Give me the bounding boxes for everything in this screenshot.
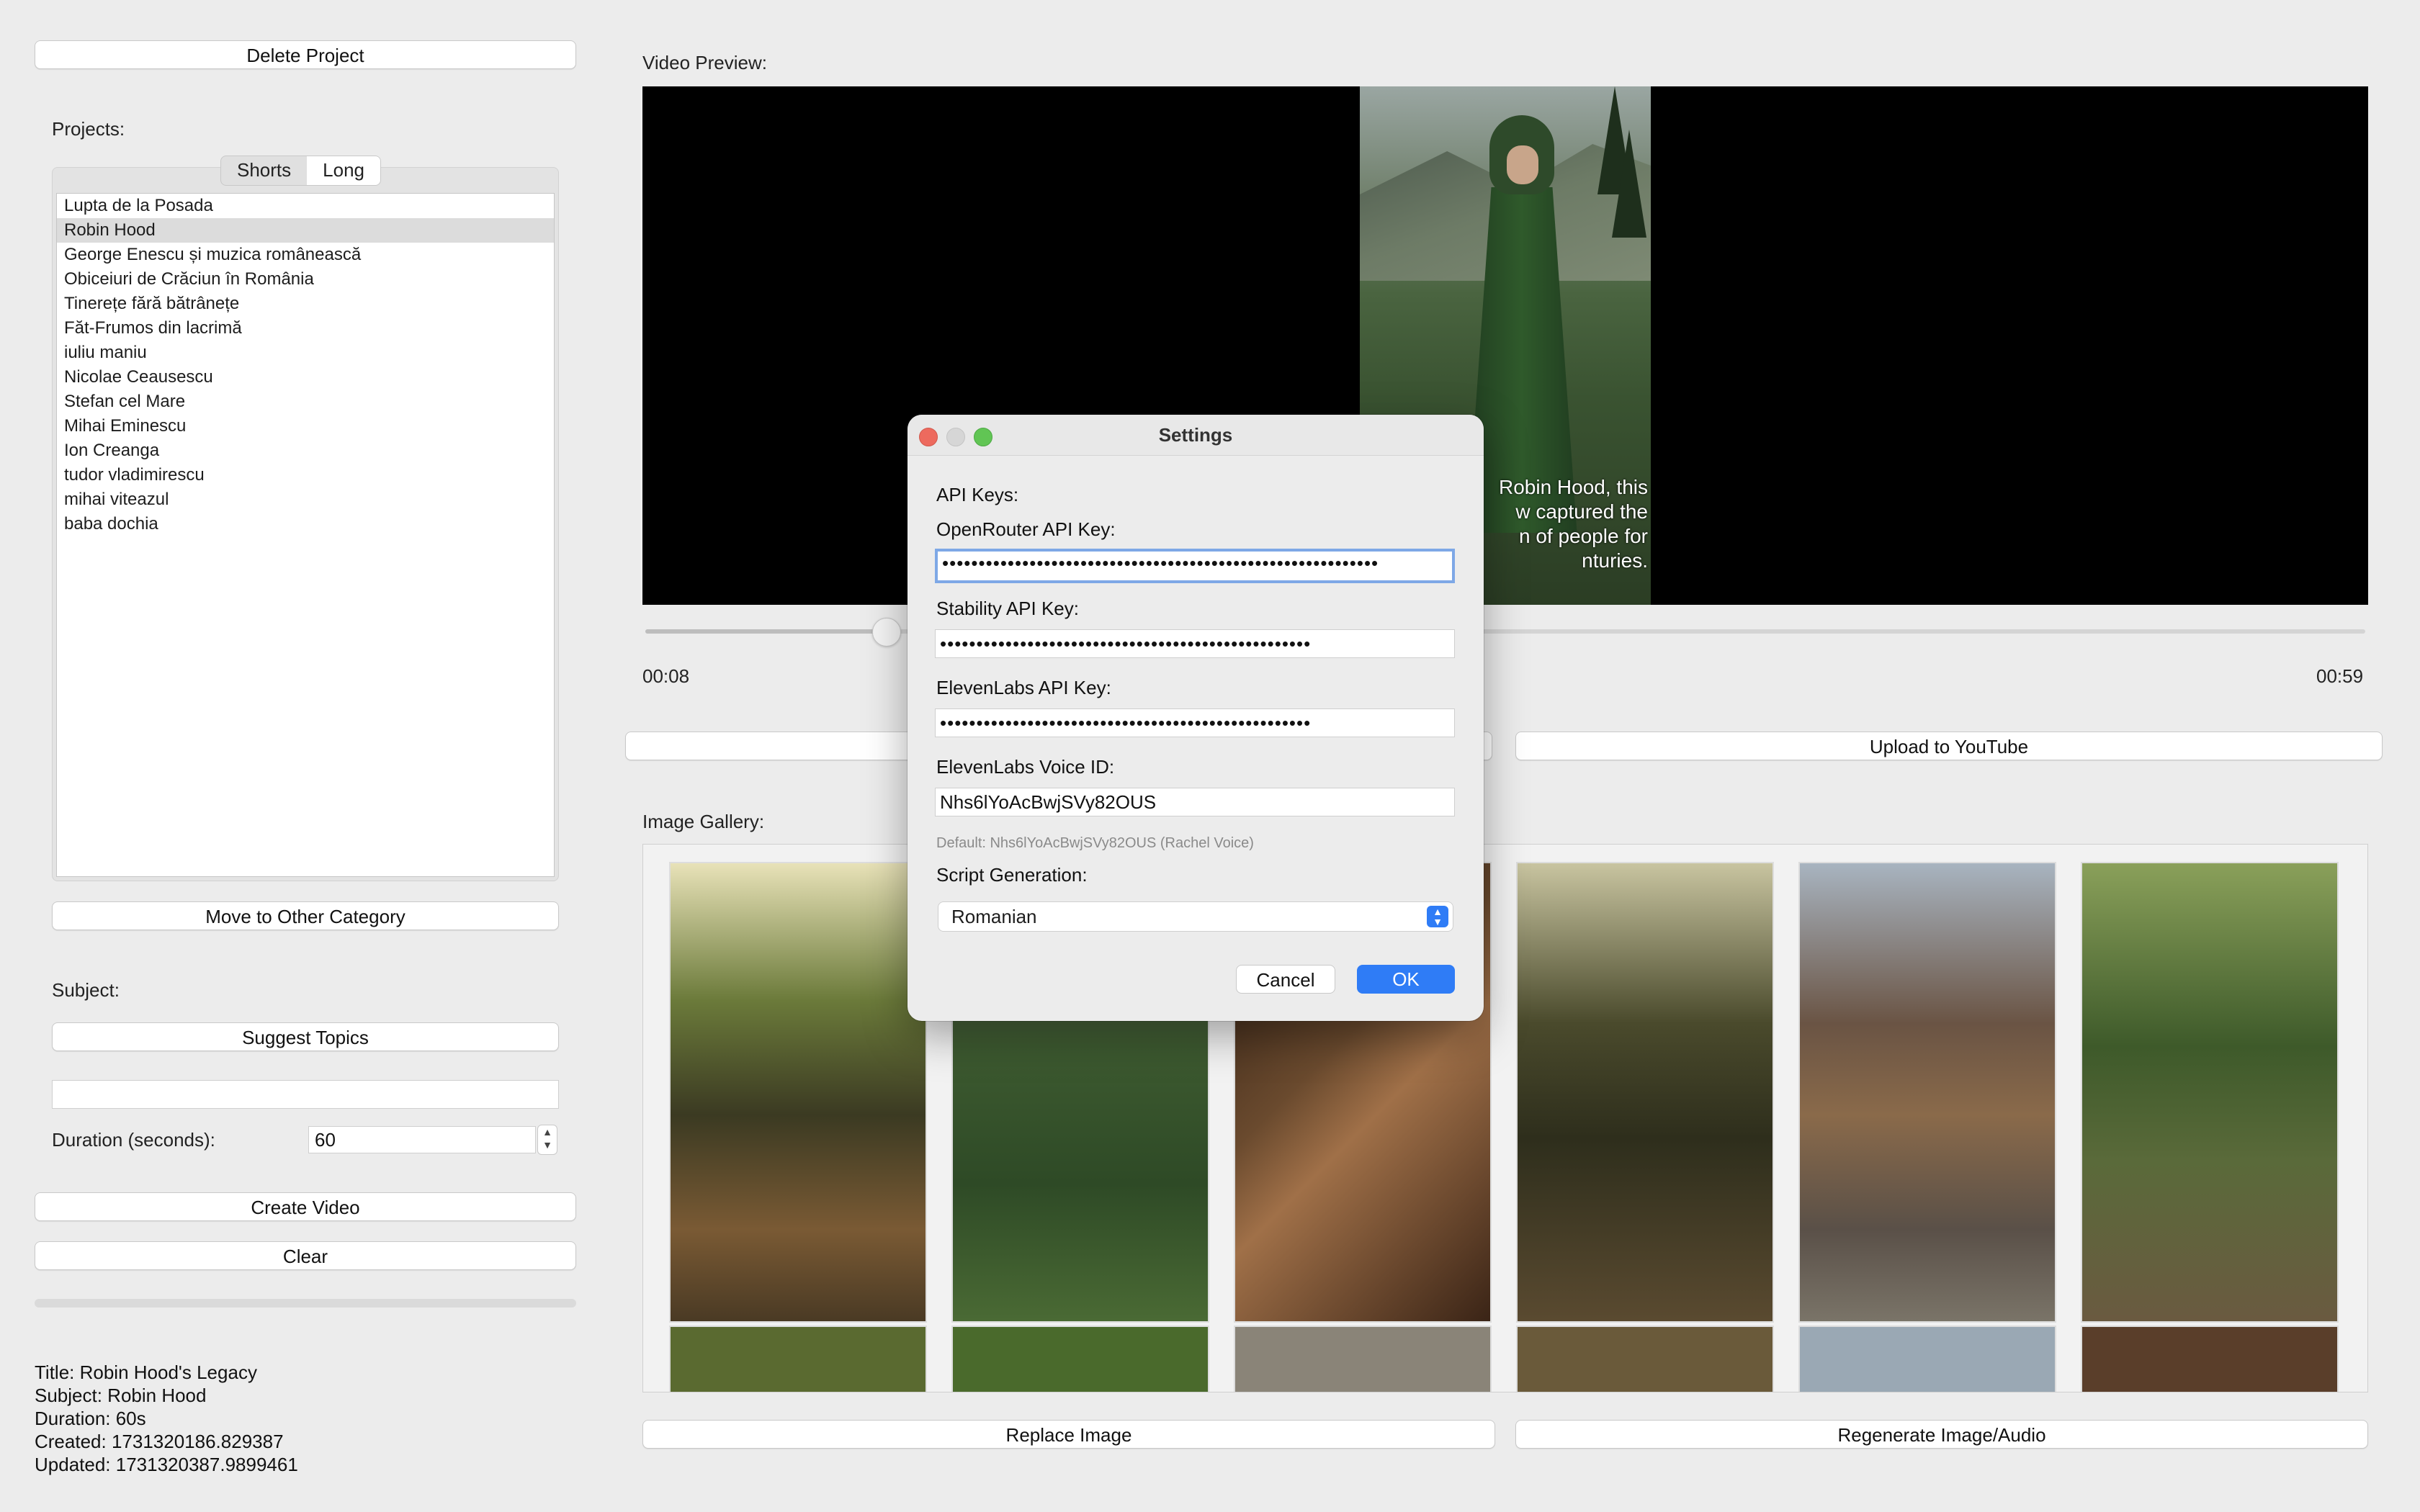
delete-project-button[interactable]: Delete Project	[35, 40, 576, 69]
suggest-topics-button[interactable]: Suggest Topics	[52, 1022, 559, 1051]
script-generation-label: Script Generation:	[936, 864, 1088, 886]
duration-stepper[interactable]: ▲ ▼	[537, 1125, 557, 1155]
list-item[interactable]: George Enescu și muzica românească	[57, 243, 554, 267]
info-created: Created: 1731320186.829387	[35, 1431, 284, 1452]
project-info: Title: Robin Hood's Legacy Subject: Robi…	[35, 1361, 298, 1476]
api-keys-heading: API Keys:	[936, 484, 1019, 505]
face	[1507, 145, 1538, 184]
image-gallery[interactable]	[642, 844, 2368, 1392]
gallery-image[interactable]	[2081, 1326, 2339, 1392]
seek-handle[interactable]	[872, 618, 902, 647]
settings-dialog: Settings API Keys: OpenRouter API Key: •…	[908, 415, 1484, 1021]
gallery-image[interactable]	[1516, 1326, 1774, 1392]
list-item[interactable]: Ion Creanga	[57, 438, 554, 463]
tab-shorts[interactable]: Shorts	[221, 156, 307, 185]
chevron-down-icon[interactable]: ▼	[538, 1138, 557, 1151]
subtitle-caption: Robin Hood, this w captured the n of peo…	[1468, 475, 1648, 573]
openrouter-key-input[interactable]: ••••••••••••••••••••••••••••••••••••••••…	[935, 549, 1455, 583]
time-total: 00:59	[2316, 665, 2364, 687]
list-item[interactable]: Tinerețe fără bătrânețe	[57, 292, 554, 316]
info-duration: Duration: 60s	[35, 1408, 146, 1429]
list-item[interactable]: Obiceiuri de Crăciun în România	[57, 267, 554, 292]
tab-long[interactable]: Long	[307, 156, 380, 185]
list-item[interactable]: mihai viteazul	[57, 487, 554, 512]
list-item[interactable]: Stefan cel Mare	[57, 390, 554, 414]
regenerate-button[interactable]: Regenerate Image/Audio	[1515, 1420, 2368, 1449]
duration-label: Duration (seconds):	[52, 1129, 215, 1151]
list-item[interactable]: iuliu maniu	[57, 341, 554, 365]
create-video-button[interactable]: Create Video	[35, 1192, 576, 1221]
tree-shape	[1612, 130, 1646, 238]
caption-line: nturies.	[1582, 549, 1648, 572]
dialog-title: Settings	[1158, 424, 1233, 446]
projects-list[interactable]: Lupta de la Posada Robin Hood George Ene…	[56, 193, 555, 877]
clear-button[interactable]: Clear	[35, 1241, 576, 1270]
progress-bar	[35, 1299, 576, 1308]
caption-line: n of people for	[1518, 525, 1648, 547]
select-value: Romanian	[951, 906, 1037, 927]
ok-button[interactable]: OK	[1357, 965, 1455, 994]
info-updated: Updated: 1731320387.9899461	[35, 1454, 298, 1475]
seek-track[interactable]	[645, 629, 2365, 634]
caption-line: Robin Hood, this	[1498, 476, 1648, 498]
stability-label: Stability API Key:	[936, 598, 1079, 619]
category-tabs: Shorts Long	[220, 156, 381, 186]
gallery-image[interactable]	[669, 1326, 927, 1392]
projects-label: Projects:	[52, 118, 125, 140]
seek-fill	[645, 629, 887, 634]
stability-key-input[interactable]: ••••••••••••••••••••••••••••••••••••••••…	[935, 629, 1455, 658]
upload-youtube-button[interactable]: Upload to YouTube	[1515, 732, 2383, 760]
caption-line: w captured the	[1515, 500, 1648, 523]
voice-id-hint: Default: Nhs6lYoAcBwjSVy82OUS (Rachel Vo…	[936, 835, 1254, 851]
elevenlabs-label: ElevenLabs API Key:	[936, 677, 1111, 698]
voice-id-label: ElevenLabs Voice ID:	[936, 756, 1115, 778]
chevron-updown-icon[interactable]: ▲ ▼	[1427, 906, 1448, 927]
elevenlabs-key-input[interactable]: ••••••••••••••••••••••••••••••••••••••••…	[935, 708, 1455, 737]
gallery-image[interactable]	[1234, 1326, 1492, 1392]
cancel-button[interactable]: Cancel	[1236, 965, 1335, 994]
info-title: Title: Robin Hood's Legacy	[35, 1362, 257, 1383]
chevron-up-icon[interactable]: ▲	[538, 1125, 557, 1138]
list-item[interactable]: Nicolae Ceausescu	[57, 365, 554, 390]
time-current: 00:08	[642, 665, 690, 687]
video-preview-label: Video Preview:	[642, 52, 767, 73]
list-item[interactable]: Lupta de la Posada	[57, 194, 554, 218]
gallery-image[interactable]	[669, 862, 927, 1323]
subject-input[interactable]	[52, 1080, 559, 1109]
list-item[interactable]: Robin Hood	[57, 218, 554, 243]
list-item[interactable]: Făt-Frumos din lacrimă	[57, 316, 554, 341]
list-item[interactable]: Mihai Eminescu	[57, 414, 554, 438]
script-language-select[interactable]: Romanian ▲ ▼	[938, 901, 1453, 932]
openrouter-label: OpenRouter API Key:	[936, 518, 1116, 540]
info-subject: Subject: Robin Hood	[35, 1385, 207, 1406]
gallery-image[interactable]	[1798, 862, 2056, 1323]
gallery-image[interactable]	[1516, 862, 1774, 1323]
move-category-button[interactable]: Move to Other Category	[52, 901, 559, 930]
voice-id-input[interactable]: Nhs6lYoAcBwjSVy82OUS	[935, 788, 1455, 816]
list-item[interactable]: baba dochia	[57, 512, 554, 536]
gallery-image[interactable]	[951, 1326, 1209, 1392]
replace-image-button[interactable]: Replace Image	[642, 1420, 1495, 1449]
gallery-image[interactable]	[2081, 862, 2339, 1323]
gallery-image[interactable]	[1798, 1326, 2056, 1392]
video-preview[interactable]: Robin Hood, this w captured the n of peo…	[642, 86, 2368, 605]
image-gallery-label: Image Gallery:	[642, 811, 765, 832]
duration-input[interactable]: 60	[308, 1126, 536, 1153]
list-item[interactable]: tudor vladimirescu	[57, 463, 554, 487]
subject-label: Subject:	[52, 979, 120, 1001]
